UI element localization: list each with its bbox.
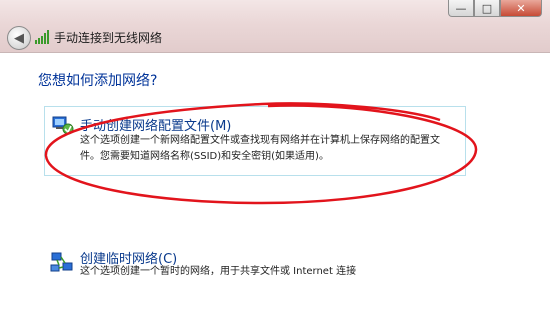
option-manual-profile-description-line2: 件。您需要知道网络名称(SSID)和安全密钥(如果适用)。 [80, 151, 329, 162]
close-button[interactable]: ✕ [500, 0, 542, 17]
window-title: 手动连接到无线网络 [54, 31, 163, 45]
network-profile-icon [52, 116, 74, 135]
back-arrow-icon: ◀ [14, 30, 24, 46]
back-button[interactable]: ◀ [7, 26, 31, 50]
window-controls: — □ ✕ [448, 0, 542, 17]
option-manual-profile-description-line1: 这个选项创建一个新网络配置文件或查找现有网络并在计算机上保存网络的配置文 [80, 135, 440, 146]
maximize-button[interactable]: □ [474, 0, 500, 17]
page-heading: 您想如何添加网络? [38, 73, 158, 89]
adhoc-network-icon [50, 252, 73, 272]
option-manual-profile-title[interactable]: 手动创建网络配置文件(M) [80, 115, 231, 134]
minimize-button[interactable]: — [448, 0, 474, 17]
title-bar: — □ ✕ ◀ 手动连接到无线网络 [0, 0, 550, 53]
wireless-signal-icon [35, 30, 49, 44]
option-adhoc-network-description: 这个选项创建一个暂时的网络，用于共享文件或 Internet 连接 [80, 266, 357, 277]
